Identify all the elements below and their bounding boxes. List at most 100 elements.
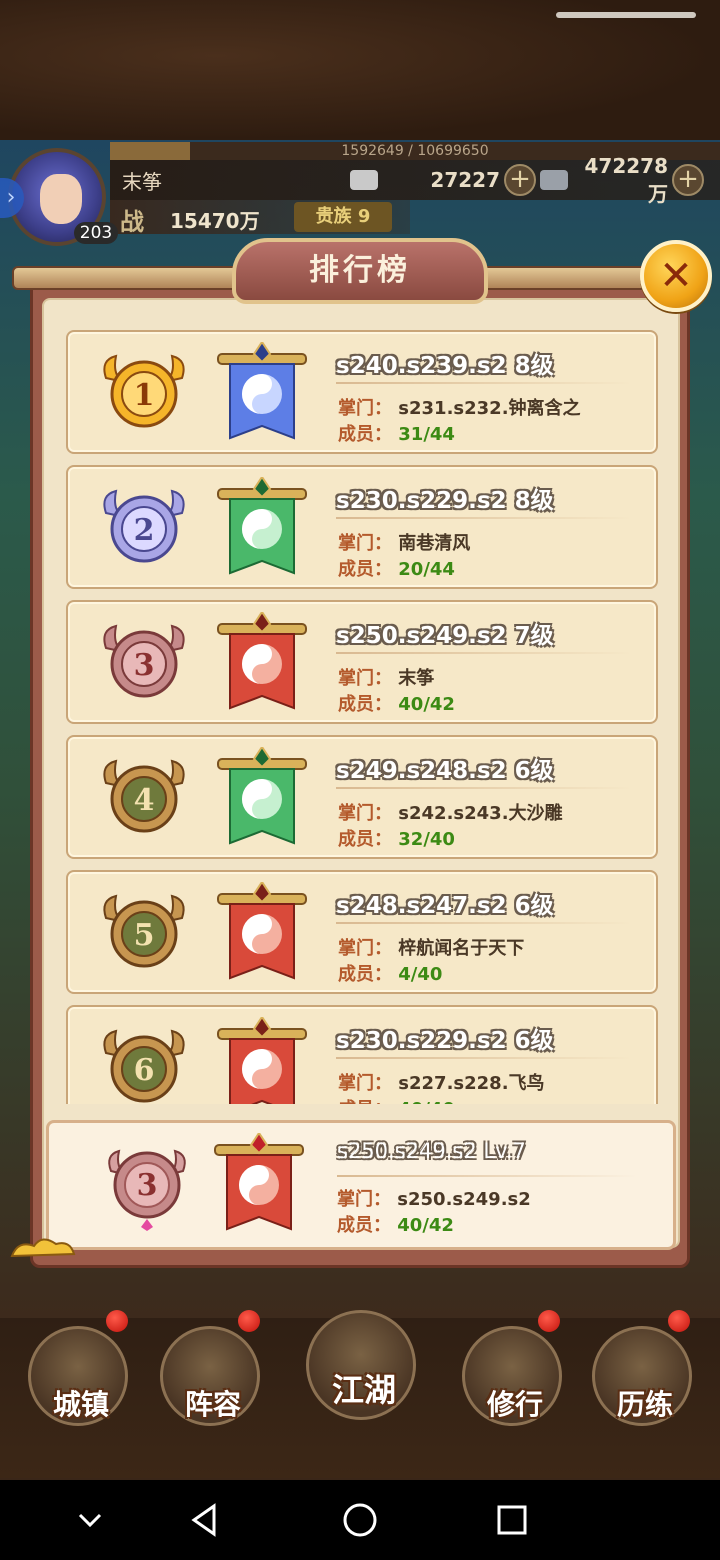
guild-title: s230.s229.s2 8级 xyxy=(336,488,554,514)
ranking-row[interactable]: 4 s249.s248.s2 6级 掌门： s242.s243.大沙雕 成员： … xyxy=(66,735,658,859)
my-guild-title: s250.s249.s2 Lv.7 xyxy=(337,1139,526,1163)
leader-value: 梓航闻名于天下 xyxy=(398,938,525,959)
members-value: 4/40 xyxy=(398,964,443,985)
power-value: 15470万 xyxy=(170,209,260,233)
leader-line: 掌门： s227.s228.飞鸟 xyxy=(338,1069,545,1095)
power-row: 战 15470万 贵族 9 xyxy=(110,200,410,236)
avatar-face xyxy=(40,174,82,224)
title-plaque: 排行榜 xyxy=(232,238,488,304)
rank-number: 2 xyxy=(134,513,155,548)
guild-title: s240.s239.s2 8级 xyxy=(336,353,554,379)
members-label: 成员： xyxy=(338,559,392,580)
leader-label: 掌门： xyxy=(338,938,392,959)
guild-banner-icon xyxy=(217,477,307,575)
ranking-list[interactable]: 1 s240.s239.s2 8级 掌门： s231.s232.钟离含之 成员：… xyxy=(52,318,672,1104)
resource-row: 末筝 27227 + 472278万 + xyxy=(110,154,720,206)
members-value: 20/44 xyxy=(398,559,455,580)
leader-line: 掌门： s231.s232.钟离含之 xyxy=(338,394,581,420)
leader-value: 南巷清风 xyxy=(398,533,471,554)
nav-training[interactable]: 历练 xyxy=(592,1326,692,1426)
member-line: 成员： 31/44 xyxy=(338,420,455,446)
guild-banner-icon xyxy=(214,1133,304,1231)
guild-title: s230.s229.s2 6级 xyxy=(336,1028,554,1054)
noble-badge[interactable]: 贵族 9 xyxy=(294,202,392,232)
status-indicator xyxy=(556,12,696,18)
nav-town[interactable]: 城镇 xyxy=(28,1326,128,1426)
members-value: 40/42 xyxy=(397,1215,454,1236)
leader-label: 掌门： xyxy=(338,533,392,554)
rank-medal-icon: 2 xyxy=(103,489,185,563)
my-guild-card[interactable]: 3 s250.s249.s2 Lv.7 掌门： s250.s249.s2 成员：… xyxy=(46,1120,676,1250)
player-name: 末筝 xyxy=(122,170,162,194)
member-line: 成员： 40/42 xyxy=(338,690,455,716)
ranking-row[interactable]: 1 s240.s239.s2 8级 掌门： s231.s232.钟离含之 成员：… xyxy=(66,330,658,454)
divider xyxy=(336,382,632,384)
member-line: 成员： 32/40 xyxy=(338,825,455,851)
guild-banner-icon xyxy=(217,342,307,440)
ranking-row[interactable]: 6 s230.s229.s2 6级 掌门： s227.s228.飞鸟 成员： 4… xyxy=(66,1005,658,1104)
members-label: 成员： xyxy=(338,694,392,715)
panel-title: 排行榜 xyxy=(309,253,411,288)
rank-number: 3 xyxy=(134,648,155,683)
rank-number: 3 xyxy=(137,1168,158,1203)
leader-value: s242.s243.大沙雕 xyxy=(398,803,563,824)
recents-icon[interactable] xyxy=(492,1500,532,1540)
notification-dot xyxy=(106,1310,128,1332)
bottom-nav: 城镇 阵容 江湖 修行 历练 xyxy=(0,1310,720,1478)
notification-dot xyxy=(238,1310,260,1332)
leader-label: 掌门： xyxy=(337,1189,391,1210)
notification-dot xyxy=(538,1310,560,1332)
add-silver-button[interactable]: + xyxy=(672,164,704,196)
rank-medal-icon: 4 xyxy=(103,759,185,833)
guild-title: s250.s249.s2 7级 xyxy=(336,623,554,649)
ranking-row[interactable]: 3 s250.s249.s2 7级 掌门： 末筝 成员： 40/42 xyxy=(66,600,658,724)
rank-number: 4 xyxy=(134,783,155,818)
leader-line: 掌门： 南巷清风 xyxy=(338,529,470,555)
my-guild-leader-line: 掌门： s250.s249.s2 xyxy=(337,1185,531,1211)
power-icon: 战 xyxy=(120,208,144,236)
home-icon[interactable] xyxy=(340,1500,380,1540)
nav-jianghu[interactable]: 江湖 xyxy=(306,1310,416,1420)
leader-line: 掌门： s242.s243.大沙雕 xyxy=(338,799,563,825)
divider xyxy=(336,922,632,924)
members-label: 成员： xyxy=(338,424,392,445)
back-icon[interactable] xyxy=(186,1500,226,1540)
divider xyxy=(336,517,632,519)
nav-lineup[interactable]: 阵容 xyxy=(160,1326,260,1426)
divider xyxy=(336,1057,632,1059)
leader-label: 掌门： xyxy=(338,398,392,419)
divider xyxy=(337,1175,637,1177)
nav-practice-label: 修行 xyxy=(486,1388,543,1421)
ranking-row[interactable]: 5 s248.s247.s2 6级 掌门： 梓航闻名于天下 成员： 4/40 xyxy=(66,870,658,994)
close-icon: ✕ xyxy=(659,253,693,299)
cloud-decoration-icon xyxy=(10,1238,76,1258)
rank-number: 1 xyxy=(134,378,155,413)
members-value: 32/40 xyxy=(398,829,455,850)
guild-title: s249.s248.s2 6级 xyxy=(336,758,554,784)
nav-practice[interactable]: 修行 xyxy=(462,1326,562,1426)
member-line: 成员： 4/40 xyxy=(338,960,442,986)
rank-number: 5 xyxy=(134,918,155,953)
system-nav-bar xyxy=(0,1480,720,1560)
chevron-down-icon[interactable] xyxy=(70,1500,110,1540)
my-guild-member-line: 成员： 40/42 xyxy=(337,1211,454,1237)
rank-medal-icon: 6 xyxy=(103,1029,185,1103)
close-button[interactable]: ✕ xyxy=(640,240,712,312)
leader-line: 掌门： 末筝 xyxy=(338,664,434,690)
members-value: 31/44 xyxy=(398,424,455,445)
notification-dot xyxy=(668,1310,690,1332)
nav-town-label: 城镇 xyxy=(52,1388,109,1421)
members-value: 40/42 xyxy=(398,694,455,715)
divider xyxy=(336,787,632,789)
ranking-row[interactable]: 2 s230.s229.s2 8级 掌门： 南巷清风 成员： 20/44 xyxy=(66,465,658,589)
silver-value: 472278万 xyxy=(584,153,669,206)
add-gold-button[interactable]: + xyxy=(504,164,536,196)
leader-value: s231.s232.钟离含之 xyxy=(398,398,581,419)
rank-medal-icon: 5 xyxy=(103,894,185,968)
rank-number: 6 xyxy=(134,1053,155,1088)
guild-banner-icon xyxy=(217,747,307,845)
rank-medal-icon: 1 xyxy=(103,354,185,428)
members-value: 40/40 xyxy=(398,1099,455,1104)
members-label: 成员： xyxy=(337,1215,391,1236)
member-line: 成员： 20/44 xyxy=(338,555,455,581)
